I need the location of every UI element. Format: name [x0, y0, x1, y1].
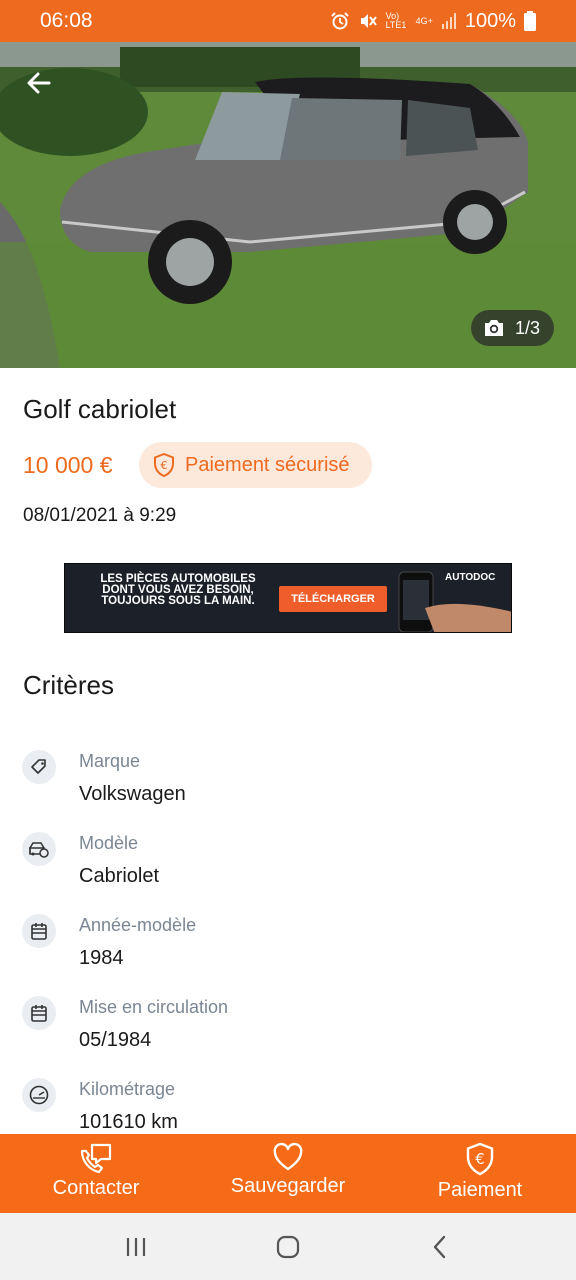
criteria-label: Kilométrage — [79, 1079, 176, 1099]
system-back-button[interactable] — [410, 1222, 470, 1272]
criteria-label: Année-modèle — [79, 915, 197, 935]
criteria-value: Cabriolet — [79, 865, 160, 887]
chevron-left-icon — [433, 1235, 446, 1258]
ad-download-button[interactable]: TÉLÉCHARGER — [279, 586, 387, 612]
recent-apps-button[interactable] — [106, 1222, 166, 1272]
contact-button[interactable]: Contacter — [0, 1134, 192, 1213]
phone-chat-icon — [80, 1143, 112, 1174]
tag-icon — [22, 750, 56, 784]
mute-icon — [360, 14, 377, 28]
status-time: 06:08 — [40, 9, 93, 32]
svg-text:€: € — [475, 1150, 485, 1168]
save-label: Sauvegarder — [230, 1175, 346, 1197]
payment-label: Paiement — [437, 1179, 523, 1201]
calendar-icon — [22, 996, 56, 1030]
criteria-label: Marque — [79, 751, 141, 771]
shield-euro-icon: € — [466, 1142, 494, 1176]
status-icons: Vo) LTE1 4G+ 100% — [330, 10, 536, 33]
criteria-item-model-year: Année-modèle 1984 — [0, 914, 576, 984]
signal-icon — [441, 13, 456, 29]
secure-payment-label: Paiement sécurisé — [185, 453, 350, 476]
battery-icon — [524, 11, 536, 31]
calendar-icon — [22, 914, 56, 948]
home-icon — [276, 1235, 300, 1258]
alarm-icon — [330, 12, 349, 30]
listing-price: 10 000 € — [23, 452, 113, 478]
signal-label: 4G+ — [415, 16, 433, 26]
criteria-item-model: Modèle Cabriolet — [0, 832, 576, 902]
criteria-item-registration: Mise en circulation 05/1984 — [0, 996, 576, 1066]
action-bar: Contacter Sauvegarder € Paiement — [0, 1134, 576, 1213]
car-model-icon — [22, 832, 56, 866]
camera-icon — [484, 320, 503, 336]
criteria-value: Volkswagen — [79, 783, 186, 805]
contact-label: Contacter — [52, 1177, 140, 1199]
criteria-value: 101610 km — [79, 1111, 178, 1133]
ad-banner[interactable]: LES PIÈCES AUTOMOBILES DONT VOUS AVEZ BE… — [64, 563, 512, 633]
status-bar: 06:08 Vo) LTE1 4G+ 100% — [0, 0, 576, 42]
speedometer-icon — [22, 1078, 56, 1112]
criteria-label: Mise en circulation — [79, 997, 229, 1017]
photo-counter[interactable]: 1/3 — [470, 310, 554, 346]
criteria-item-brand: Marque Volkswagen — [0, 750, 576, 820]
criteria-label: Modèle — [79, 833, 139, 853]
listing-title: Golf cabriolet — [23, 394, 177, 424]
save-button[interactable]: Sauvegarder — [192, 1134, 384, 1213]
heart-icon — [273, 1142, 303, 1171]
ad-text: LES PIÈCES AUTOMOBILES DONT VOUS AVEZ BE… — [100, 573, 256, 607]
home-button[interactable] — [258, 1222, 318, 1272]
network-label: Vo) LTE1 — [385, 11, 407, 30]
ad-brand: AUTODOC — [445, 572, 496, 583]
criteria-value: 05/1984 — [79, 1029, 152, 1051]
shield-euro-icon: € — [154, 453, 174, 477]
photo-counter-label: 1/3 — [514, 317, 540, 338]
system-nav-bar — [0, 1213, 576, 1280]
secure-payment-badge[interactable]: € Paiement sécurisé — [139, 442, 372, 488]
payment-button[interactable]: € Paiement — [384, 1134, 576, 1213]
battery-label: 100% — [464, 9, 516, 32]
criteria-title: Critères — [23, 670, 115, 700]
listing-photo[interactable]: 1/3 — [0, 42, 576, 368]
criteria-value: 1984 — [79, 947, 124, 969]
listing-date: 08/01/2021 à 9:29 — [23, 505, 177, 526]
svg-text:€: € — [161, 459, 168, 472]
back-button[interactable] — [18, 62, 60, 104]
arrow-left-icon — [27, 72, 51, 94]
recent-apps-icon — [126, 1237, 146, 1256]
